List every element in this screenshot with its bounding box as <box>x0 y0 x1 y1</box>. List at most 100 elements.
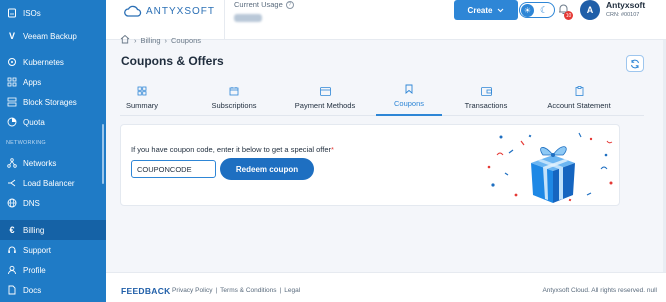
footer-separator: | <box>215 287 218 294</box>
create-button[interactable]: Create <box>454 0 518 20</box>
block-storage-icon <box>6 96 18 108</box>
moon-icon: ☾ <box>540 4 549 15</box>
create-button-label: Create <box>467 5 493 15</box>
account-name[interactable]: Antyxsoft <box>606 0 645 10</box>
home-icon[interactable] <box>120 34 130 46</box>
sidebar-item-label: DNS <box>23 198 40 208</box>
footer-links: Privacy Policy | Terms & Conditions | Le… <box>172 287 300 294</box>
sidebar-item-label: Block Storages <box>23 97 77 107</box>
coupon-prompt: If you have coupon code, enter it below … <box>131 145 331 154</box>
sidebar-item-label: ISOs <box>23 8 41 18</box>
sidebar-item-load-balancer[interactable]: Load Balancer <box>0 173 106 193</box>
help-icon[interactable]: ? <box>285 0 294 9</box>
sidebar-item-apps[interactable]: Apps <box>0 72 106 92</box>
breadcrumb-separator: › <box>134 35 137 45</box>
sidebar-item-label: Apps <box>23 77 42 87</box>
tab-subscriptions[interactable]: Subscriptions <box>204 84 264 116</box>
tab-summary[interactable]: Summary <box>122 84 162 116</box>
refresh-icon <box>631 59 639 68</box>
sidebar: ISOs V Veeam Backup Kubernetes Apps Bloc… <box>0 0 106 302</box>
notification-badge: 10 <box>564 11 573 20</box>
sidebar-item-label: Kubernetes <box>23 57 64 67</box>
sidebar-item-isos[interactable]: ISOs <box>0 3 106 23</box>
billing-icon: € <box>9 225 15 235</box>
tab-account-statement[interactable]: Account Statement <box>538 84 620 116</box>
sidebar-item-networks[interactable]: Networks <box>0 153 106 173</box>
breadcrumb-billing[interactable]: Billing <box>141 36 161 45</box>
tab-label: Coupons <box>393 99 425 108</box>
sidebar-item-profile[interactable]: Profile <box>0 260 106 280</box>
sidebar-scrollbar[interactable] <box>102 124 104 184</box>
tab-label: Account Statement <box>547 101 611 110</box>
veeam-icon: V <box>8 31 15 41</box>
breadcrumb: › Billing › Coupons <box>120 34 201 46</box>
load-balancer-icon <box>6 177 18 189</box>
sun-icon: ☀ <box>521 3 534 17</box>
gift-box-illustration <box>487 132 613 203</box>
main-content: › Billing › Coupons Coupons & Offers Sum… <box>106 34 666 272</box>
sidebar-item-billing[interactable]: € Billing <box>0 220 106 240</box>
clipboard-icon <box>575 86 584 99</box>
quota-icon <box>6 116 18 128</box>
credit-card-icon <box>319 87 331 99</box>
copyright-text: Antyxsoft Cloud. All rights reserved. nu… <box>542 287 657 294</box>
brand-logo[interactable]: ANTYXSOFT <box>124 5 215 17</box>
sidebar-item-support[interactable]: Support <box>0 240 106 260</box>
sidebar-item-label: Support <box>23 245 52 255</box>
theme-toggle[interactable]: ☀ ☾ <box>519 2 555 18</box>
sidebar-item-dns[interactable]: DNS <box>0 193 106 213</box>
breadcrumb-coupons: Coupons <box>171 35 202 45</box>
gift-box <box>531 146 575 203</box>
tab-label: Payment Methods <box>294 101 356 110</box>
sidebar-item-label: Networks <box>23 158 57 168</box>
sidebar-item-label: Profile <box>23 265 46 275</box>
redeem-coupon-button[interactable]: Redeem coupon <box>220 158 314 180</box>
sidebar-item-label: Docs <box>23 285 42 295</box>
networks-icon <box>6 157 18 169</box>
usage-value-blurred <box>234 14 262 22</box>
bookmark-icon <box>405 84 413 97</box>
tab-payment-methods[interactable]: Payment Methods <box>290 84 360 116</box>
avatar[interactable]: A <box>580 0 600 20</box>
account-crn: CRN: #00107 <box>606 12 640 18</box>
iso-icon <box>6 7 18 19</box>
sidebar-item-label: Billing <box>23 225 45 235</box>
coupon-code-input[interactable] <box>131 160 216 178</box>
calendar-icon <box>229 86 239 99</box>
current-usage[interactable]: Current Usage ? <box>224 0 324 40</box>
sidebar-item-block-storages[interactable]: Block Storages <box>0 92 106 112</box>
support-icon <box>6 244 18 256</box>
feedback-link[interactable]: FEEDBACK <box>121 286 171 296</box>
sidebar-item-label: Veeam Backup <box>23 31 77 41</box>
logo-text: ANTYXSOFT <box>146 5 216 17</box>
required-asterisk: * <box>331 145 334 154</box>
billing-tabs: Summary Subscriptions Payment Methods Co… <box>120 84 644 116</box>
tab-label: Transactions <box>464 101 508 110</box>
privacy-policy-link[interactable]: Privacy Policy <box>172 287 212 294</box>
tab-label: Subscriptions <box>211 101 257 110</box>
tab-transactions[interactable]: Transactions <box>458 84 514 116</box>
docs-icon <box>6 284 18 296</box>
apps-icon <box>6 76 18 88</box>
sidebar-section-networking: NETWORKING <box>6 140 46 146</box>
coupon-label: If you have coupon code, enter it below … <box>131 145 334 154</box>
dns-icon <box>6 197 18 209</box>
sidebar-item-kubernetes[interactable]: Kubernetes <box>0 52 106 72</box>
terms-conditions-link[interactable]: Terms & Conditions <box>220 287 276 294</box>
wallet-icon <box>480 87 492 99</box>
refresh-button[interactable] <box>626 55 644 72</box>
coupon-card: If you have coupon code, enter it below … <box>120 124 620 206</box>
profile-icon <box>6 264 18 276</box>
tab-label: Summary <box>125 101 159 110</box>
summary-icon <box>137 86 147 99</box>
page-title: Coupons & Offers <box>121 54 224 68</box>
footer-separator: | <box>279 287 282 294</box>
footer: FEEDBACK Privacy Policy | Terms & Condit… <box>106 272 666 302</box>
legal-link[interactable]: Legal <box>284 287 300 294</box>
cloud-logo-icon <box>124 5 142 17</box>
sidebar-item-quota[interactable]: Quota <box>0 112 106 132</box>
tab-coupons[interactable]: Coupons <box>376 84 442 116</box>
chevron-down-icon <box>498 8 504 12</box>
sidebar-item-veeam-backup[interactable]: V Veeam Backup <box>0 26 106 46</box>
sidebar-item-docs[interactable]: Docs <box>0 280 106 300</box>
